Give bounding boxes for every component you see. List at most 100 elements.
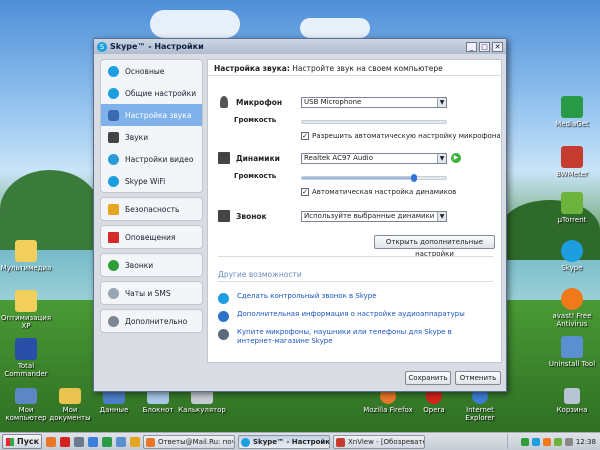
speakers-volume-thumb[interactable] [411,174,418,182]
sidebar-item-video-settings[interactable]: Настройки видео [101,148,202,170]
sidebar-item-audio-settings[interactable]: Настройка звука [101,104,202,126]
mic-volume-slider[interactable] [301,120,447,124]
desktop-icon-uninstall-tool[interactable]: Uninstall Tool [546,336,598,368]
folder-icon [15,240,37,262]
folder-icon [15,290,37,312]
microphone-label: Микрофон [236,97,283,107]
avast-icon [561,288,583,310]
start-button[interactable]: Пуск [2,434,42,449]
speaker-icon [218,210,230,222]
speakers-volume-label: Громкость [234,172,277,180]
ring-select[interactable]: Используйте выбранные динамики ▼ [301,211,447,222]
sidebar-item-calls[interactable]: Звонки [101,254,202,276]
sidebar-item-notifications[interactable]: Оповещения [101,226,202,248]
sidebar-item-general[interactable]: Основные [101,60,202,82]
sidebar-group-notifications: Оповещения [100,225,203,249]
speaker-icon [218,152,230,164]
speakers-auto-checkbox[interactable]: ✓ Автоматическая настройка динамиков [301,188,456,196]
divider [218,281,493,282]
save-button[interactable]: Сохранить [405,371,451,385]
flag-icon [108,231,119,243]
desktop-icon-multimedia[interactable]: Мультимедиа [0,240,52,272]
title-bar[interactable]: S Skype™ - Настройки _ □ ✕ [94,39,506,54]
maximize-button[interactable]: □ [479,41,490,52]
internet-explorer-icon[interactable] [88,436,98,447]
headset-icon [218,329,229,340]
desktop-icon-total-commander[interactable]: Total Commander [0,338,52,378]
sidebar-item-security[interactable]: Безопасность [101,198,202,220]
settings-sidebar: Основные Общие настройки Настройка звука… [100,59,203,337]
microphone-icon [220,96,228,108]
sidebar-item-skype-wifi[interactable]: Skype WiFi [101,170,202,192]
mic-volume-label: Громкость [234,116,277,124]
speakers-volume-slider[interactable] [301,174,447,182]
skype-logo-icon: S [97,41,107,52]
skype-logo-icon [561,240,583,262]
utorrent-icon [561,192,583,214]
shop-link[interactable]: Купите микрофоны, наушники или телефоны … [218,328,478,346]
mic-volume-row: Громкость [234,116,296,124]
play-test-sound-icon[interactable]: ▶ [451,153,461,163]
sidebar-item-sounds[interactable]: Звуки [101,126,202,148]
avast-tray-icon[interactable] [542,437,551,446]
desktop-icon-avast[interactable]: avast! Free Antivirus [546,288,598,328]
speakers-volume-row: Громкость [234,172,296,180]
phone-icon [108,259,119,271]
chevron-down-icon: ▼ [437,98,446,107]
cancel-button[interactable]: Отменить [455,371,501,385]
sidebar-group-advanced: Дополнительно [100,309,203,333]
ring-label: Звонок [236,211,267,221]
microphone-icon [108,109,119,121]
window-title: Skype™ - Настройки [110,42,204,51]
audio-info-link[interactable]: Дополнительная информация о настройке ау… [218,310,465,322]
folder-icon[interactable] [116,436,126,447]
sidebar-group-security: Безопасность [100,197,203,221]
microphone-row: Микрофон [218,96,298,108]
computer-icon [15,388,37,404]
desktop-icon[interactable] [74,436,84,447]
floppy-icon [15,338,37,360]
mic-auto-checkbox[interactable]: ✓ Разрешить автоматическую настройку мик… [301,132,501,140]
firefox-icon[interactable] [46,436,56,447]
ring-row: Звонок [218,210,298,222]
recycle-bin-icon [564,388,580,404]
open-advanced-settings-button[interactable]: Открыть дополнительные настройки [374,235,495,258]
taskbar-item-mail[interactable]: Ответы@Mail.Ru: поче... [143,434,235,449]
divider [218,256,493,257]
sidebar-item-common-settings[interactable]: Общие настройки [101,82,202,104]
user-icon [218,293,229,304]
close-button[interactable]: ✕ [492,41,503,52]
mediaget-icon[interactable] [102,436,112,447]
desktop-icon-ie[interactable]: Internet Explorer [454,388,506,422]
desktop-icon-recycle-bin[interactable]: Корзина [546,388,598,414]
network-icon[interactable] [520,437,529,446]
checkbox-checked-icon: ✓ [301,188,309,196]
minimize-button[interactable]: _ [466,41,477,52]
desktop-icon-skype[interactable]: Skype [546,240,598,272]
speakers-select[interactable]: Realtek AC97 Audio ▼ [301,153,447,164]
wifi-icon [108,175,119,187]
utorrent-tray-icon[interactable] [553,437,562,446]
taskbar-item-xnview[interactable]: XnView - [Обозреватель... [333,434,425,449]
sidebar-group-chats: Чаты и SMS [100,281,203,305]
desktop-icon-mediaget[interactable]: MediaGet [546,96,598,128]
cloud [300,18,370,38]
more-options-title: Другие возможности [218,270,302,279]
test-call-link[interactable]: Сделать контрольный звонок в Skype [218,292,377,304]
mail-icon[interactable] [130,436,140,447]
opera-icon[interactable] [60,436,70,447]
volume-icon[interactable] [564,437,573,446]
taskbar-item-skype[interactable]: Skype™ - Настройки [238,434,330,449]
chat-icon [108,287,119,299]
chevron-down-icon: ▼ [437,212,446,221]
sidebar-group-general: Основные Общие настройки Настройка звука… [100,59,203,193]
desktop-icon-utorrent[interactable]: µTorrent [546,192,598,224]
skype-tray-icon[interactable] [531,437,540,446]
sidebar-item-advanced[interactable]: Дополнительно [101,310,202,332]
microphone-select[interactable]: USB Microphone ▼ [301,97,447,108]
sidebar-item-chats-sms[interactable]: Чаты и SMS [101,282,202,304]
desktop-icon-bwmeter[interactable]: BWMeter [546,146,598,178]
gear-icon [108,315,119,327]
panel-description: Настройте звук на своем компьютере [289,64,443,73]
desktop-icon-optimization[interactable]: Оптимизация XP [0,290,52,330]
